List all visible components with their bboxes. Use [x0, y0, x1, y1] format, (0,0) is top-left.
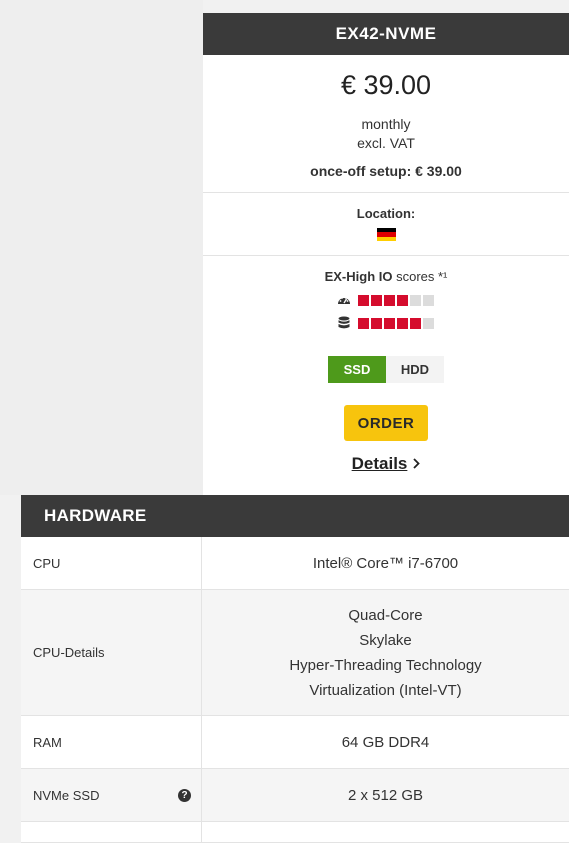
help-icon[interactable]: ?: [178, 788, 191, 802]
score-cell: [384, 317, 395, 329]
price: € 39.00: [340, 70, 432, 100]
score-cell: [397, 317, 408, 329]
hardware-table: CPU Intel® Core™ i7-6700 CPU-Details Qua…: [21, 537, 569, 843]
row-label: CPU-Details: [21, 590, 202, 715]
germany-flag-icon: [376, 228, 396, 241]
table-row: CPU-Details Quad-Core Skylake Hyper-Thre…: [21, 590, 569, 716]
io-scores-title: EX-High IO scores *¹: [203, 256, 569, 284]
location-section: Location:: [203, 193, 569, 256]
score-cell: [371, 294, 382, 306]
product-card: EX42-NVME € 39.00 monthly excl. VAT once…: [203, 13, 569, 495]
score-cell: [410, 317, 421, 329]
setup-fee: once-off setup: € 39.00: [310, 163, 462, 179]
score-cell: [397, 294, 408, 306]
left-background: [0, 0, 203, 495]
score-cell: [358, 294, 369, 306]
ssd-toggle-button[interactable]: SSD: [328, 356, 386, 383]
ram-label: RAM: [33, 734, 62, 750]
score-cell: [410, 294, 421, 306]
price-section: € 39.00 monthly excl. VAT once-off setup…: [203, 55, 569, 193]
table-row: CPU Intel® Core™ i7-6700: [21, 537, 569, 590]
speed-score-row: [203, 293, 569, 307]
cpu-label: CPU: [33, 555, 61, 571]
row-label: CPU: [21, 537, 202, 589]
row-value: [202, 822, 569, 842]
ram-value: 64 GB DDR4: [341, 733, 430, 751]
cpu-value: Intel® Core™ i7-6700: [312, 554, 459, 572]
row-label: NVMe SSD ?: [21, 769, 202, 821]
cpu-detail-value: Hyper-Threading Technology: [289, 656, 482, 674]
vat-note: excl. VAT: [357, 135, 415, 151]
cpu-details-label: CPU-Details: [33, 645, 105, 660]
details-label[interactable]: Details: [352, 454, 408, 474]
location-label: Location:: [356, 206, 416, 221]
score-cell: [358, 317, 369, 329]
row-value: 64 GB DDR4: [202, 716, 569, 768]
row-value: Quad-Core Skylake Hyper-Threading Techno…: [202, 590, 569, 715]
nvme-value: 2 x 512 GB: [347, 786, 424, 804]
score-cell: [384, 294, 395, 306]
nvme-label: NVMe SSD: [33, 787, 100, 803]
row-value: Intel® Core™ i7-6700: [202, 537, 569, 589]
database-icon: [336, 316, 352, 330]
storage-score-row: [203, 316, 569, 330]
speedometer-icon: [336, 293, 352, 307]
chevron-right-icon: [413, 456, 421, 473]
hardware-header: HARDWARE: [21, 495, 569, 537]
cpu-detail-value: Quad-Core: [348, 606, 423, 624]
score-cell: [423, 294, 434, 306]
row-label: [21, 822, 202, 842]
order-button[interactable]: ORDER: [344, 405, 428, 441]
product-name: EX42-NVME: [203, 13, 569, 55]
row-value: 2 x 512 GB: [202, 769, 569, 821]
billing-period: monthly: [361, 116, 411, 132]
details-link[interactable]: Details: [203, 454, 569, 474]
table-row: NVMe SSD ? 2 x 512 GB: [21, 769, 569, 822]
storage-toggle: SSD HDD: [203, 356, 569, 383]
cpu-detail-value: Skylake: [359, 631, 412, 649]
row-label: RAM: [21, 716, 202, 768]
cpu-detail-value: Virtualization (Intel-VT): [309, 681, 462, 699]
score-cell: [371, 317, 382, 329]
hdd-toggle-button[interactable]: HDD: [386, 356, 444, 383]
io-scores-title-bold: EX-High IO: [324, 269, 393, 284]
io-scores-title-rest: scores *¹: [392, 269, 448, 284]
table-row: RAM 64 GB DDR4: [21, 716, 569, 769]
table-row: [21, 822, 569, 843]
io-scores-section: EX-High IO scores *¹ SSD HDD ORDER Detai…: [203, 256, 569, 474]
score-cell: [423, 317, 434, 329]
